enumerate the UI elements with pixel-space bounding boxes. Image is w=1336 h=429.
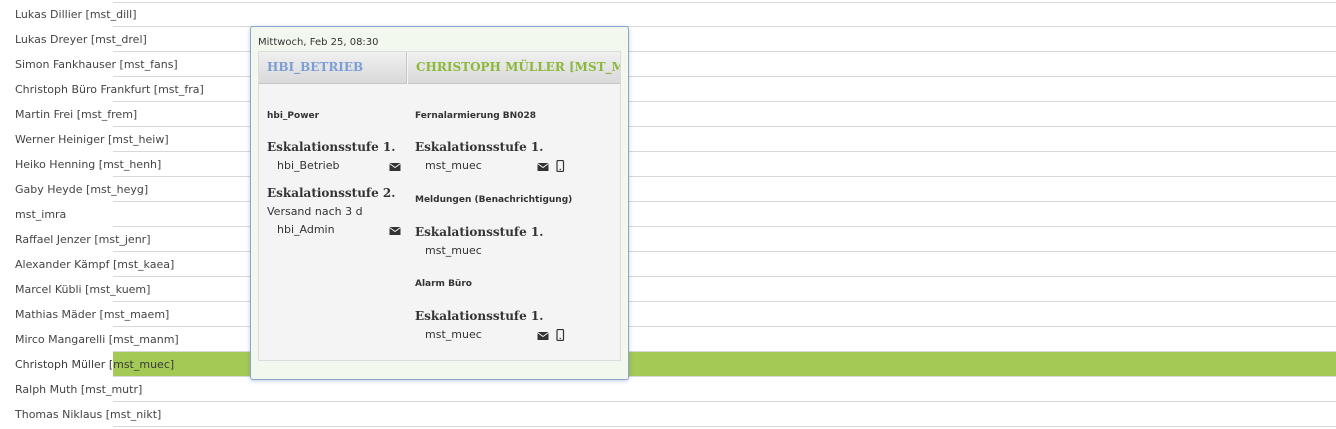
user-name: Thomas Niklaus [mst_nikt] xyxy=(15,408,162,421)
escalation-level: Eskalationsstufe 1. xyxy=(267,140,396,154)
user-name: Martin Frei [mst_frem] xyxy=(15,108,138,121)
user-row[interactable]: mst_imra xyxy=(0,202,1336,227)
group-title: Alarm Büro xyxy=(415,279,472,289)
delay-note: Versand nach 3 d xyxy=(267,205,363,218)
user-name: Lukas Dillier [mst_dill] xyxy=(15,8,137,21)
user-name: Simon Fankhauser [mst_fans] xyxy=(15,58,178,71)
recipient: hbi_Betrieb xyxy=(277,159,340,172)
mobile-phone-icon[interactable] xyxy=(554,329,566,341)
user-name: Gaby Heyde [mst_heyg] xyxy=(15,183,149,196)
user-row[interactable]: Alexander Kämpf [mst_kaea] xyxy=(0,252,1336,277)
mobile-phone-icon[interactable] xyxy=(554,160,566,172)
page: Lukas Dillier [mst_dill] Lukas Dreyer [ms… xyxy=(0,0,1336,429)
escalation-level: Eskalationsstufe 1. xyxy=(415,140,544,154)
user-name: Lukas Dreyer [mst_drel] xyxy=(15,33,147,46)
envelope-icon[interactable] xyxy=(537,330,549,342)
envelope-icon[interactable] xyxy=(389,225,401,237)
popup-date: Mittwoch, Feb 25, 08:30 xyxy=(258,37,379,48)
user-name: Mirco Mangarelli [mst_manm] xyxy=(15,333,179,346)
group-title: Fernalarmierung BN028 xyxy=(415,111,536,121)
user-name: Marcel Kübli [mst_kuem] xyxy=(15,283,151,296)
envelope-icon[interactable] xyxy=(537,161,549,173)
user-name: Christoph Müller [mst_muec] xyxy=(15,358,175,371)
envelope-icon[interactable] xyxy=(389,161,401,173)
header-christoph-mueller[interactable]: CHRISTOPH MÜLLER [MST_MUEC] xyxy=(408,52,620,84)
user-row[interactable]: Christoph Büro Frankfurt [mst_fra] xyxy=(0,77,1336,102)
notification-popup: Mittwoch, Feb 25, 08:30 HBI_BETRIEB CHRI… xyxy=(250,26,629,380)
recipient: hbi_Admin xyxy=(277,223,335,236)
user-name: Heiko Henning [mst_henh] xyxy=(15,158,162,171)
user-name: Christoph Büro Frankfurt [mst_fra] xyxy=(15,83,204,96)
user-name: Werner Heiniger [mst_heiw] xyxy=(15,133,169,146)
recipient: mst_muec xyxy=(425,244,482,257)
user-name: Alexander Kämpf [mst_kaea] xyxy=(15,258,175,271)
group-title: Meldungen (Benachrichtigung) xyxy=(415,195,573,205)
user-name: Ralph Muth [mst_mutr] xyxy=(15,383,143,396)
user-row[interactable]: Mirco Mangarelli [mst_manm] xyxy=(0,327,1336,352)
user-row[interactable]: Lukas Dillier [mst_dill] xyxy=(0,2,1336,27)
popup-panel: HBI_BETRIEB CHRISTOPH MÜLLER [MST_MUEC] … xyxy=(258,51,621,361)
user-row[interactable]: Heiko Henning [mst_henh] xyxy=(0,152,1336,177)
user-name: Raffael Jenzer [mst_jenr] xyxy=(15,233,151,246)
header-hbi-betrieb[interactable]: HBI_BETRIEB xyxy=(259,52,407,84)
escalation-level: Eskalationsstufe 1. xyxy=(415,309,544,323)
recipient: mst_muec xyxy=(425,159,482,172)
user-row[interactable]: Marcel Kübli [mst_kuem] xyxy=(0,277,1336,302)
user-name: Mathias Mäder [mst_maem] xyxy=(15,308,170,321)
group-title: hbi_Power xyxy=(267,111,320,121)
user-row[interactable]: Mathias Mäder [mst_maem] xyxy=(0,302,1336,327)
user-row[interactable]: Thomas Niklaus [mst_nikt] xyxy=(0,402,1336,427)
user-name: mst_imra xyxy=(15,208,67,221)
escalation-level: Eskalationsstufe 1. xyxy=(415,225,544,239)
user-row[interactable]: Simon Fankhauser [mst_fans] xyxy=(0,52,1336,77)
user-row-selected[interactable]: Christoph Müller [mst_muec] xyxy=(0,352,1336,377)
row-divider xyxy=(113,426,1336,427)
user-row[interactable]: Werner Heiniger [mst_heiw] xyxy=(0,127,1336,152)
user-row[interactable]: Lukas Dreyer [mst_drel] xyxy=(0,27,1336,52)
escalation-level: Eskalationsstufe 2. xyxy=(267,186,396,200)
user-row[interactable]: Martin Frei [mst_frem] xyxy=(0,102,1336,127)
recipient: mst_muec xyxy=(425,328,482,341)
user-row[interactable]: Raffael Jenzer [mst_jenr] xyxy=(0,227,1336,252)
user-row[interactable]: Ralph Muth [mst_mutr] xyxy=(0,377,1336,402)
user-row[interactable]: Gaby Heyde [mst_heyg] xyxy=(0,177,1336,202)
